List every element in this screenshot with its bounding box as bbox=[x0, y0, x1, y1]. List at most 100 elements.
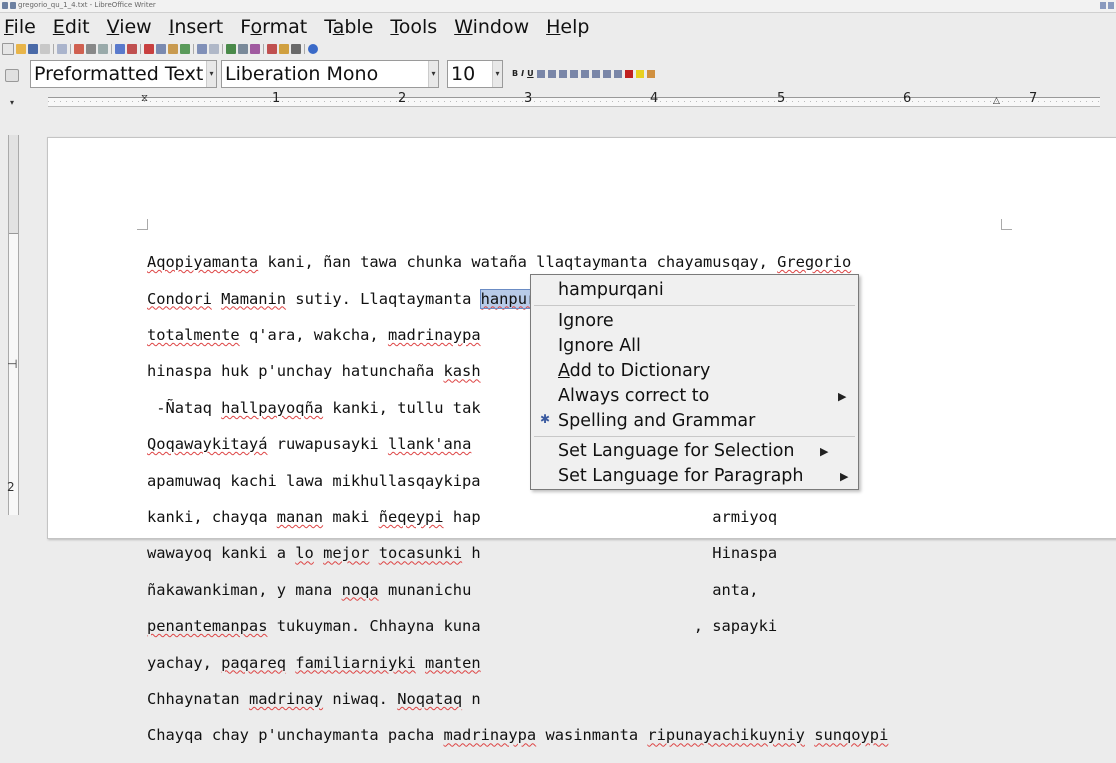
submenu-arrow-icon: ▶ bbox=[838, 390, 847, 403]
set-language-paragraph-item[interactable]: Set Language for Paragraph bbox=[558, 464, 804, 488]
styles-icon[interactable] bbox=[5, 69, 19, 82]
paste-icon[interactable] bbox=[168, 44, 178, 54]
decrease-indent-icon[interactable] bbox=[602, 69, 611, 78]
draw-icon[interactable] bbox=[250, 44, 260, 54]
ruler-mark: 4 bbox=[650, 91, 659, 106]
menu-file[interactable]: File bbox=[0, 16, 47, 38]
edit-file-icon[interactable] bbox=[57, 44, 67, 54]
suggestion-item[interactable]: hampurqani bbox=[558, 278, 664, 302]
text-line: Chhaynatan madrinay niwaq. Noqataq n bbox=[147, 689, 481, 708]
chevron-down-icon[interactable]: ▾ bbox=[492, 61, 502, 87]
chevron-down-icon[interactable]: ▾ bbox=[428, 61, 438, 87]
text-line: kanki, chayqa manan maki ñeqeypi hap arm… bbox=[147, 507, 778, 526]
redo-icon[interactable] bbox=[209, 44, 219, 54]
justify-icon[interactable] bbox=[569, 69, 578, 78]
navigator-icon[interactable] bbox=[267, 44, 277, 54]
text-boundary-corner bbox=[1001, 219, 1012, 230]
app-icon[interactable] bbox=[2, 2, 8, 9]
menu-format[interactable]: Format bbox=[234, 16, 318, 38]
ignore-item[interactable]: Ignore bbox=[558, 309, 614, 333]
export-pdf-icon[interactable] bbox=[74, 44, 84, 54]
standard-toolbar bbox=[0, 42, 1116, 56]
ruler-mark: 3 bbox=[524, 91, 533, 106]
menu-table[interactable]: Table bbox=[318, 16, 384, 38]
clone-format-icon[interactable] bbox=[180, 44, 190, 54]
align-center-icon[interactable] bbox=[547, 69, 556, 78]
title-bar: gregorio_qu_1_4.txt - LibreOffice Writer bbox=[0, 0, 1116, 13]
gallery-icon[interactable] bbox=[279, 44, 289, 54]
spellcheck-icon[interactable] bbox=[115, 44, 125, 54]
undo-icon[interactable] bbox=[197, 44, 207, 54]
text-line: penantemanpas tukuyman. Chhayna kuna , s… bbox=[147, 617, 778, 636]
align-left-icon[interactable] bbox=[536, 69, 545, 78]
menu-window[interactable]: Window bbox=[448, 16, 540, 38]
menu-insert[interactable]: Insert bbox=[163, 16, 235, 38]
ruler-mark: 2 bbox=[7, 480, 15, 494]
horizontal-ruler[interactable]: ▾ ⧖ 1 2 3 4 5 6 7 △ bbox=[0, 92, 1116, 112]
hyperlink-icon[interactable] bbox=[226, 44, 236, 54]
save-icon[interactable] bbox=[28, 44, 38, 54]
highlight-icon[interactable] bbox=[635, 69, 644, 78]
ruler-mark: 7 bbox=[1029, 91, 1038, 106]
text-line: Aqopiyamanta kani, ñan tawa chunka watañ… bbox=[147, 253, 852, 272]
background-color-icon[interactable] bbox=[646, 69, 655, 78]
add-to-dictionary-item[interactable]: Add to Dictionary bbox=[558, 359, 710, 383]
new-document-icon[interactable] bbox=[2, 43, 14, 55]
italic-icon[interactable]: I bbox=[521, 69, 524, 78]
formatting-toolbar: Preformatted Text ▾ Liberation Mono ▾ 10… bbox=[0, 58, 1116, 90]
cut-icon[interactable] bbox=[144, 44, 154, 54]
text-line: wawayoq kanki a lo mejor tocasunki h Hin… bbox=[147, 544, 778, 563]
font-size-combo[interactable]: 10 ▾ bbox=[447, 60, 503, 88]
chevron-down-icon[interactable]: ▾ bbox=[206, 61, 216, 87]
open-icon[interactable] bbox=[16, 44, 26, 54]
ruler-mark: 2 bbox=[398, 91, 407, 106]
right-indent-marker[interactable]: △ bbox=[993, 95, 1000, 107]
always-correct-to-item[interactable]: Always correct to bbox=[558, 384, 709, 408]
increase-indent-icon[interactable] bbox=[613, 69, 622, 78]
spelling-icon: ✱ bbox=[540, 412, 551, 426]
text-line: Chayqa chay p'unchaymanta pacha madrinay… bbox=[147, 726, 889, 745]
formatting-buttons: B I U bbox=[512, 69, 655, 78]
formatting-marks-icon[interactable] bbox=[291, 44, 301, 54]
set-language-selection-item[interactable]: Set Language for Selection bbox=[558, 439, 795, 463]
pin-icon[interactable] bbox=[10, 2, 16, 9]
ruler-mark: 5 bbox=[777, 91, 786, 106]
table-icon[interactable] bbox=[238, 44, 248, 54]
font-color-icon[interactable] bbox=[624, 69, 633, 78]
email-icon[interactable] bbox=[40, 44, 50, 54]
vertical-ruler[interactable]: ⊣ 2 bbox=[7, 135, 19, 515]
spelling-context-menu: hampurqani Ignore Ignore All Add to Dict… bbox=[530, 274, 859, 490]
align-right-icon[interactable] bbox=[558, 69, 567, 78]
font-name-combo[interactable]: Liberation Mono ▾ bbox=[221, 60, 439, 88]
window-title: gregorio_qu_1_4.txt - LibreOffice Writer bbox=[18, 1, 156, 9]
text-boundary-corner bbox=[137, 219, 148, 230]
underline-icon[interactable]: U bbox=[527, 69, 534, 78]
autospellcheck-icon[interactable] bbox=[127, 44, 137, 54]
bullets-icon[interactable] bbox=[591, 69, 600, 78]
menu-help[interactable]: Help bbox=[540, 16, 600, 38]
bold-icon[interactable]: B bbox=[512, 69, 518, 78]
numbering-icon[interactable] bbox=[580, 69, 589, 78]
ignore-all-item[interactable]: Ignore All bbox=[558, 334, 641, 358]
left-indent-marker[interactable]: ⧖ bbox=[141, 93, 148, 105]
ruler-mark: 6 bbox=[903, 91, 912, 106]
text-line: yachay, paqareq familiarniyki manten bbox=[147, 653, 481, 672]
close-icon[interactable] bbox=[1108, 2, 1114, 9]
print-preview-icon[interactable] bbox=[98, 44, 108, 54]
spelling-and-grammar-item[interactable]: Spelling and Grammar bbox=[558, 409, 755, 433]
copy-icon[interactable] bbox=[156, 44, 166, 54]
menu-edit[interactable]: Edit bbox=[47, 16, 101, 38]
text-line: ñakawankiman, y mana noqa munanichu anta… bbox=[147, 580, 759, 599]
window-controls-left bbox=[2, 2, 16, 9]
menu-view[interactable]: View bbox=[101, 16, 163, 38]
ruler-mark: ⊣ bbox=[7, 357, 18, 371]
minimize-icon[interactable] bbox=[1100, 2, 1106, 9]
menu-bar: File Edit View Insert Format Table Tools… bbox=[0, 13, 1116, 41]
submenu-arrow-icon: ▶ bbox=[840, 470, 849, 483]
print-icon[interactable] bbox=[86, 44, 96, 54]
paragraph-style-combo[interactable]: Preformatted Text ▾ bbox=[30, 60, 217, 88]
menu-tools[interactable]: Tools bbox=[384, 16, 448, 38]
tab-stop-icon[interactable]: ▾ bbox=[10, 98, 14, 107]
ruler-mark: 1 bbox=[272, 91, 281, 106]
help-icon[interactable] bbox=[308, 44, 318, 54]
